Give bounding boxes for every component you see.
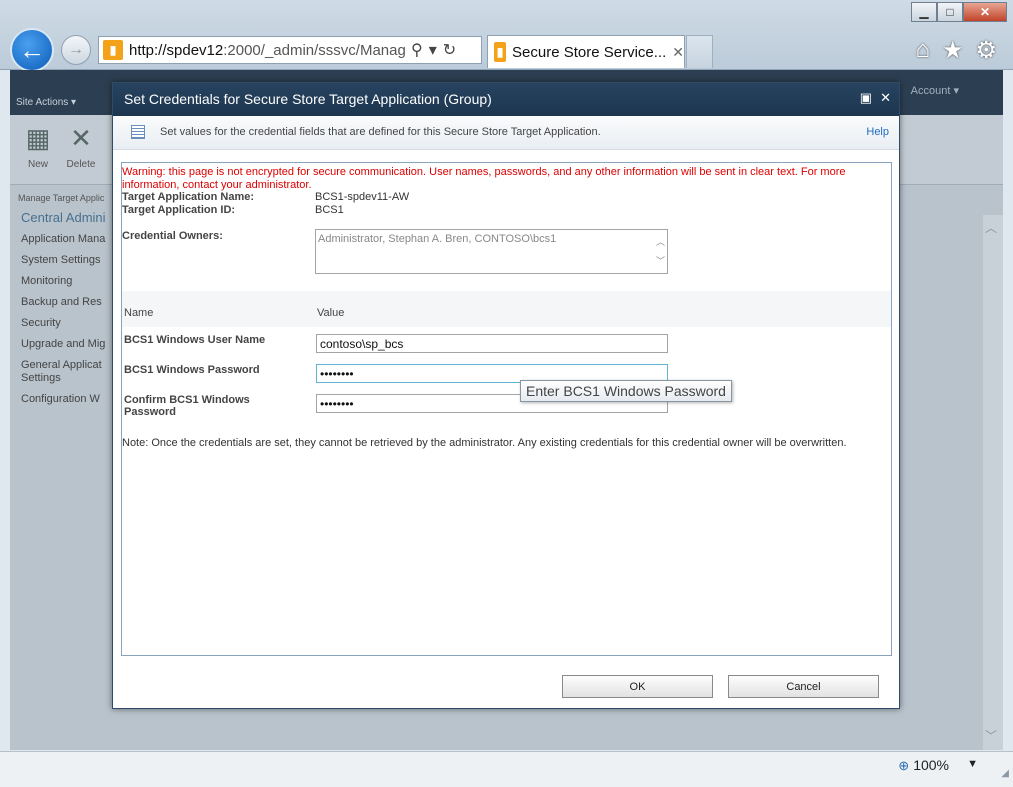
column-value-header: Value [317, 307, 345, 319]
page-scrollbar[interactable]: ︿ ﹀ [983, 215, 1003, 750]
forward-arrow-icon: → [68, 41, 84, 58]
password-label: BCS1 Windows Password [124, 364, 260, 376]
leftnav-item[interactable]: Configuration W [21, 393, 113, 406]
leftnav-item[interactable]: Application Mana [21, 233, 113, 246]
username-label: BCS1 Windows User Name [124, 334, 266, 346]
leftnav-title[interactable]: Central Admini [21, 210, 113, 225]
search-icon[interactable]: ⚲ [411, 40, 423, 60]
leftnav-item[interactable]: Upgrade and Mig [21, 338, 113, 351]
username-input[interactable]: contoso\sp_bcs [316, 334, 668, 353]
ok-button[interactable]: OK [562, 675, 713, 698]
address-bar[interactable]: ▮ http://spdev12:2000/_admin/sssvc/Manag… [98, 36, 482, 64]
leftnav-item[interactable]: General Applicat Settings [21, 359, 111, 385]
info-text: Set values for the credential fields tha… [160, 126, 601, 138]
window-controls: ▁ □ ✕ [911, 2, 1007, 22]
cancel-button[interactable]: Cancel [728, 675, 879, 698]
zoom-dropdown-icon[interactable]: ▼ [967, 758, 978, 770]
delete-label: Delete [66, 159, 96, 170]
new-ribbon-button[interactable]: ▦ New [20, 122, 56, 171]
warning-text: Warning: this page is not encrypted for … [122, 166, 846, 191]
dropdown-icon[interactable]: ▾ [429, 40, 437, 60]
scroll-down-icon[interactable]: ﹀ [985, 727, 997, 744]
account-menu[interactable]: Account ▾ [911, 84, 959, 97]
status-bar: ⊕ 100% ▼ ◢ [0, 751, 1013, 787]
confirm-password-label: Confirm BCS1 Windows Password [124, 394, 250, 418]
tools-gear-icon[interactable]: ⚙ [975, 36, 997, 65]
delete-ribbon-button[interactable]: ✕ Delete [63, 122, 99, 171]
left-navigation: Central Admini Application Mana System S… [10, 210, 113, 414]
target-app-name-value: BCS1-spdev11-AW [315, 191, 410, 203]
forward-button[interactable]: → [61, 35, 91, 65]
close-window-button[interactable]: ✕ [963, 2, 1007, 22]
set-credentials-dialog: Set Credentials for Secure Store Target … [112, 82, 900, 709]
owners-scroll-icon[interactable]: ︿ ﹀ [656, 233, 665, 271]
zoom-magnifier-icon: ⊕ [898, 758, 910, 773]
dialog-title-bar: Set Credentials for Secure Store Target … [113, 83, 899, 116]
target-app-id-label: Target Application ID: [122, 204, 236, 216]
back-button[interactable]: ← [10, 28, 54, 72]
maximize-button[interactable]: □ [937, 2, 963, 22]
resize-grip-icon[interactable]: ◢ [1001, 768, 1009, 779]
help-link[interactable]: Help [866, 126, 889, 138]
minimize-button[interactable]: ▁ [911, 2, 937, 22]
target-app-name-label: Target Application Name: [122, 191, 255, 203]
back-arrow-icon: ← [19, 34, 45, 65]
password-tooltip: Enter BCS1 Windows Password [520, 380, 732, 402]
zoom-level: 100% [913, 757, 949, 773]
column-name-header: Name [124, 307, 154, 319]
maximize-dialog-icon[interactable]: ▣ [860, 90, 872, 106]
dialog-info-bar: Set values for the credential fields tha… [113, 116, 899, 150]
credentials-form: Warning: this page is not encrypted for … [121, 162, 892, 656]
tab-title: Secure Store Service... [512, 43, 667, 61]
site-actions-menu[interactable]: Site Actions ▾ [16, 97, 76, 108]
leftnav-item[interactable]: System Settings [21, 254, 113, 267]
favorites-star-icon[interactable]: ★ [942, 36, 964, 65]
browser-tab[interactable]: ▮ Secure Store Service... ✕ [487, 35, 685, 68]
new-tab-button[interactable] [686, 35, 713, 68]
credential-owners-value: Administrator, Stephan A. Bren, CONTOSO\… [318, 233, 557, 245]
scroll-up-icon[interactable]: ︿ [985, 219, 997, 236]
leftnav-item[interactable]: Backup and Res [21, 296, 113, 309]
field-header-row [122, 291, 891, 327]
close-dialog-icon[interactable]: ✕ [880, 90, 891, 106]
browser-chrome: ▁ □ ✕ ← → ▮ http://spdev12:2000/_admin/s… [0, 0, 1013, 72]
new-item-icon: ▦ [25, 122, 51, 153]
refresh-icon[interactable]: ↻ [443, 40, 456, 60]
tab-close-icon[interactable]: ✕ [672, 44, 684, 61]
tab-favicon-icon: ▮ [494, 42, 507, 62]
home-icon[interactable]: ⌂ [915, 36, 930, 65]
delete-x-icon: ✕ [70, 122, 92, 153]
credential-owners-field[interactable]: Administrator, Stephan A. Bren, CONTOSO\… [315, 229, 668, 274]
site-favicon-icon: ▮ [103, 40, 123, 60]
note-text: Note: Once the credentials are set, they… [122, 437, 847, 449]
list-info-icon [131, 125, 145, 139]
url-text[interactable]: http://spdev12:2000/_admin/sssvc/Manag [129, 42, 405, 59]
new-label: New [27, 159, 48, 170]
breadcrumb[interactable]: Manage Target Applic [18, 193, 104, 203]
leftnav-item[interactable]: Security [21, 317, 113, 330]
dialog-title: Set Credentials for Secure Store Target … [124, 91, 492, 107]
zoom-control[interactable]: ⊕ 100% [898, 757, 949, 774]
leftnav-item[interactable]: Monitoring [21, 275, 113, 288]
target-app-id-value: BCS1 [315, 204, 344, 216]
credential-owners-label: Credential Owners: [122, 230, 223, 242]
